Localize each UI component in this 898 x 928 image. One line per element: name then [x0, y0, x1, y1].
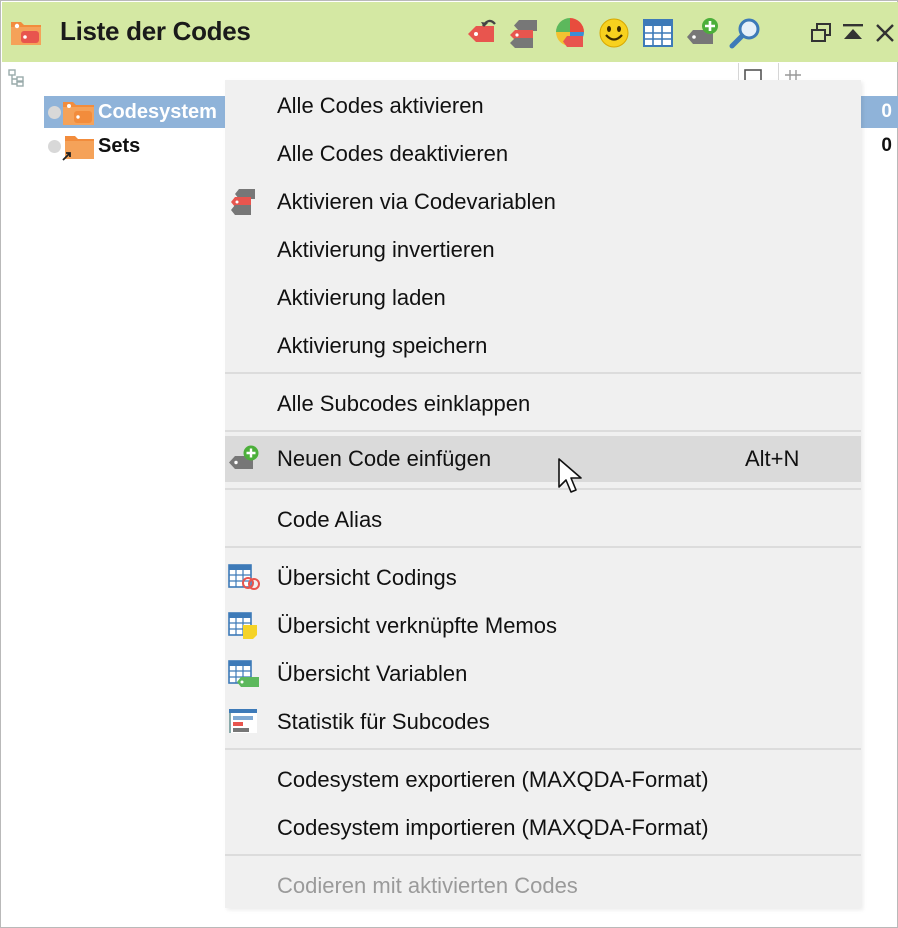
- code-color-button[interactable]: [552, 15, 588, 51]
- menu-item-activate-all[interactable]: Alle Codes aktivieren: [225, 83, 861, 129]
- menu-item-label: Statistik für Subcodes: [277, 709, 490, 734]
- code-matrix-button[interactable]: [640, 15, 676, 51]
- overview-codings-icon: [228, 564, 260, 590]
- menu-item-overview-memos[interactable]: Übersicht verknüpfte Memos: [225, 603, 861, 649]
- tree-item-label: Sets: [98, 135, 141, 157]
- code-variables-icon: [231, 189, 255, 215]
- selection-highlight-count: [860, 96, 898, 128]
- undo-code-icon: [468, 19, 496, 42]
- menu-item-label: Aktivierung invertieren: [277, 237, 495, 262]
- menu-item-label: Übersicht Variablen: [277, 661, 468, 686]
- menu-item-code-alias[interactable]: Code Alias: [225, 497, 861, 543]
- code-system-icon: [11, 22, 41, 45]
- tree-item-count: 0: [881, 135, 892, 156]
- menu-item-overview-codings[interactable]: Übersicht Codings: [225, 555, 861, 601]
- close-button[interactable]: [872, 20, 898, 46]
- code-matrix-icon: [643, 19, 673, 47]
- menu-item-shortcut: Alt+N: [745, 446, 800, 471]
- menu-item-code-with-activated: Codieren mit aktivierten Codes: [225, 863, 861, 909]
- undo-code-button[interactable]: [464, 15, 500, 51]
- menu-item-label: Code Alias: [277, 507, 383, 532]
- search-icon: [729, 18, 760, 49]
- code-color-icon: [556, 18, 584, 47]
- menu-separator: [225, 488, 861, 490]
- menu-item-load-activation[interactable]: Aktivierung laden: [225, 275, 861, 321]
- menu-item-new-code[interactable]: Neuen Code einfügen Alt+N: [225, 436, 861, 482]
- collapse-button[interactable]: [840, 20, 866, 46]
- activation-dot[interactable]: [48, 106, 61, 119]
- menu-item-label: Übersicht verknüpfte Memos: [277, 613, 557, 638]
- code-system-icon: [63, 102, 94, 125]
- menu-item-collapse-subcodes[interactable]: Alle Subcodes einklappen: [225, 381, 861, 427]
- activation-dot[interactable]: [48, 140, 61, 153]
- menu-item-deactivate-all[interactable]: Alle Codes deaktivieren: [225, 131, 861, 177]
- menu-separator: [225, 430, 861, 432]
- code-variables-icon: [510, 20, 537, 48]
- menu-item-label: Alle Codes deaktivieren: [277, 141, 509, 166]
- menu-item-label: Aktivierung speichern: [277, 333, 488, 358]
- menu-item-overview-variables[interactable]: Übersicht Variablen: [225, 651, 861, 697]
- mouse-cursor-icon: [558, 458, 582, 493]
- undock-icon: [811, 23, 831, 42]
- menu-item-label: Neuen Code einfügen: [277, 446, 492, 471]
- menu-item-export-codesystem[interactable]: Codesystem exportieren (MAXQDA-Format): [225, 757, 861, 803]
- search-button[interactable]: [728, 15, 764, 51]
- smiley-icon: [599, 18, 629, 48]
- menu-item-subcode-statistics[interactable]: Statistik für Subcodes: [225, 699, 861, 745]
- menu-item-label: Codieren mit aktivierten Codes: [277, 873, 578, 898]
- tree-item-count: 0: [881, 101, 892, 122]
- menu-separator: [225, 748, 861, 750]
- menu-item-label: Aktivierung laden: [277, 285, 446, 310]
- title-bar: Liste der Codes: [2, 2, 898, 62]
- undock-button[interactable]: [808, 20, 834, 46]
- menu-item-import-codesystem[interactable]: Codesystem importieren (MAXQDA-Format): [225, 805, 861, 851]
- overview-memos-icon: [228, 612, 257, 639]
- close-icon: [876, 24, 894, 42]
- sets-folder-icon: [62, 136, 94, 161]
- menu-item-label: Übersicht Codings: [277, 565, 457, 590]
- menu-item-label: Aktivieren via Codevariablen: [277, 189, 556, 214]
- menu-separator: [225, 546, 861, 548]
- menu-item-activate-via-variables[interactable]: Aktivieren via Codevariablen: [225, 179, 861, 225]
- statistics-icon: [229, 709, 257, 733]
- menu-separator: [225, 372, 861, 374]
- menu-item-invert-activation[interactable]: Aktivierung invertieren: [225, 227, 861, 273]
- window-title: Liste der Codes: [60, 16, 251, 46]
- new-code-icon: [687, 18, 718, 44]
- menu-item-label: Alle Subcodes einklappen: [277, 391, 531, 416]
- menu-item-label: Alle Codes aktivieren: [277, 93, 484, 118]
- new-code-icon: [229, 445, 259, 469]
- menu-item-save-activation[interactable]: Aktivierung speichern: [225, 323, 861, 369]
- overview-variables-icon: [228, 660, 259, 687]
- tree-item-label: Codesystem: [98, 101, 217, 123]
- emoji-code-button[interactable]: [596, 15, 632, 51]
- collapse-icon: [843, 24, 863, 39]
- context-menu: Alle Codes aktivieren Alle Codes deaktiv…: [225, 80, 861, 908]
- new-code-button[interactable]: [684, 15, 720, 51]
- menu-item-label: Codesystem exportieren (MAXQDA-Format): [277, 767, 709, 792]
- menu-separator: [225, 854, 861, 856]
- menu-item-label: Codesystem importieren (MAXQDA-Format): [277, 815, 709, 840]
- code-list-window: Liste der Codes Codesystem 0 Sets 0 Alle…: [0, 0, 898, 928]
- tree-view-icon[interactable]: [8, 69, 26, 87]
- code-variables-button[interactable]: [508, 15, 544, 51]
